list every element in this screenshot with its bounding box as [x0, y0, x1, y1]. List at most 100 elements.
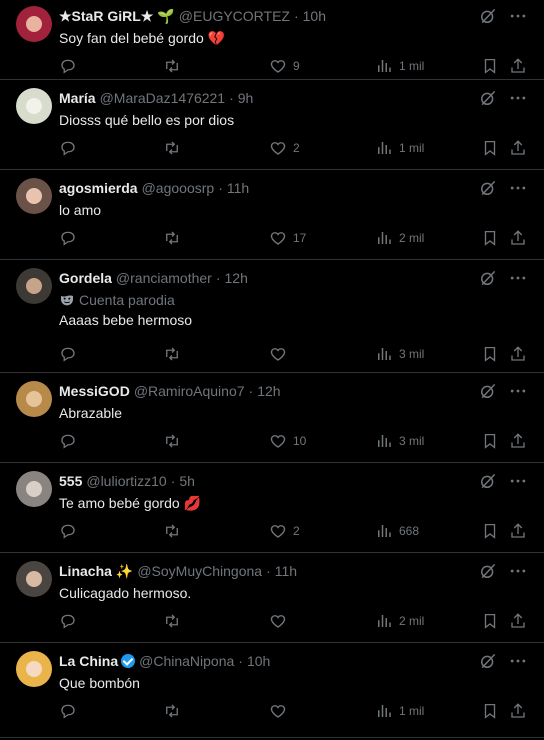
- avatar[interactable]: [16, 178, 52, 214]
- display-name[interactable]: agosmierda: [59, 176, 138, 200]
- like-button[interactable]: [269, 345, 287, 363]
- tweet-actions: 10 3 mil: [59, 431, 528, 451]
- bookmark-button[interactable]: [481, 139, 499, 157]
- timestamp[interactable]: 10h: [247, 649, 270, 673]
- display-name[interactable]: ★StaR GiRL★: [59, 4, 153, 28]
- share-button[interactable]: [509, 432, 527, 450]
- retweet-button[interactable]: [163, 345, 181, 363]
- tweet-text-content: Abrazable: [59, 405, 123, 421]
- reply-tweet[interactable]: María @MaraDaz1476221 · 9h Diosss qué be…: [0, 80, 544, 170]
- display-name[interactable]: La China: [59, 649, 118, 673]
- avatar[interactable]: [16, 651, 52, 687]
- views-button[interactable]: 1 mil: [375, 57, 424, 75]
- bookmark-button[interactable]: [481, 432, 499, 450]
- reply-button[interactable]: [59, 229, 77, 247]
- share-icon: [509, 612, 527, 630]
- avatar[interactable]: [16, 88, 52, 124]
- reply-button[interactable]: [59, 702, 77, 720]
- bookmark-button[interactable]: [481, 345, 499, 363]
- reply-button[interactable]: [59, 345, 77, 363]
- reply-tweet[interactable]: ★StaR GiRL★ 🌱 @EUGYCORTEZ · 10h Soy fan …: [0, 0, 544, 80]
- reply-tweet[interactable]: Gordela @ranciamother · 12h Cuenta parod…: [0, 260, 544, 373]
- reply-tweet[interactable]: 555 @luliortizz10 · 5h Te amo bebé gordo…: [0, 463, 544, 553]
- retweet-button[interactable]: [163, 702, 181, 720]
- tweet-body: agosmierda @agooosrp · 11h lo amo: [59, 176, 528, 220]
- retweet-button[interactable]: [163, 57, 181, 75]
- reply-tweet[interactable]: MessiGOD @RamiroAquino7 · 12h Abrazable …: [0, 373, 544, 463]
- display-name[interactable]: MessiGOD: [59, 379, 130, 403]
- reply-button[interactable]: [59, 57, 77, 75]
- reply-tweet[interactable]: Linacha ✨ @SoyMuyChingona · 11h Culicaga…: [0, 553, 544, 643]
- like-count: 9: [293, 59, 300, 73]
- share-icon: [509, 57, 527, 75]
- views-button[interactable]: 1 mil: [375, 139, 424, 157]
- share-button[interactable]: [509, 522, 527, 540]
- bookmark-button[interactable]: [481, 612, 499, 630]
- reply-button[interactable]: [59, 522, 77, 540]
- view-count: 2 mil: [399, 614, 425, 628]
- retweet-button[interactable]: [163, 612, 181, 630]
- share-button[interactable]: [509, 702, 527, 720]
- like-button[interactable]: 9: [269, 57, 300, 75]
- like-button[interactable]: 2: [269, 522, 300, 540]
- views-icon: [375, 345, 393, 363]
- like-count: 2: [293, 524, 300, 538]
- timestamp[interactable]: 11h: [275, 559, 297, 583]
- user-handle[interactable]: @EUGYCORTEZ: [179, 4, 290, 28]
- user-handle[interactable]: @RamiroAquino7: [134, 379, 245, 403]
- avatar[interactable]: [16, 561, 52, 597]
- retweet-button[interactable]: [163, 522, 181, 540]
- retweet-button[interactable]: [163, 432, 181, 450]
- like-button[interactable]: 10: [269, 432, 306, 450]
- display-name[interactable]: Gordela: [59, 266, 112, 290]
- timestamp[interactable]: 12h: [225, 266, 248, 290]
- share-button[interactable]: [509, 57, 527, 75]
- reply-button[interactable]: [59, 432, 77, 450]
- like-button[interactable]: 2: [269, 139, 300, 157]
- timestamp[interactable]: 9h: [238, 86, 254, 110]
- reply-tweet[interactable]: agosmierda @agooosrp · 11h lo amo 17 2 m…: [0, 170, 544, 260]
- user-handle[interactable]: @agooosrp: [142, 176, 215, 200]
- timestamp[interactable]: 12h: [257, 379, 280, 403]
- reply-icon: [59, 139, 77, 157]
- separator-dot: ·: [238, 653, 243, 669]
- share-button[interactable]: [509, 612, 527, 630]
- bookmark-button[interactable]: [481, 702, 499, 720]
- avatar[interactable]: [16, 471, 52, 507]
- user-handle[interactable]: @ChinaNipona: [139, 649, 234, 673]
- reply-button[interactable]: [59, 612, 77, 630]
- bookmark-button[interactable]: [481, 229, 499, 247]
- avatar[interactable]: [16, 381, 52, 417]
- timestamp[interactable]: 5h: [179, 469, 195, 493]
- views-button[interactable]: 2 mil: [375, 612, 424, 630]
- user-handle[interactable]: @MaraDaz1476221: [100, 86, 226, 110]
- retweet-button[interactable]: [163, 139, 181, 157]
- views-button[interactable]: 3 mil: [375, 432, 424, 450]
- views-button[interactable]: 3 mil: [375, 345, 424, 363]
- timestamp[interactable]: 11h: [227, 176, 249, 200]
- user-handle[interactable]: @ranciamother: [116, 266, 212, 290]
- views-button[interactable]: 1 mil: [375, 702, 424, 720]
- views-button[interactable]: 2 mil: [375, 229, 424, 247]
- user-handle[interactable]: @luliortizz10: [86, 469, 166, 493]
- share-button[interactable]: [509, 229, 527, 247]
- share-button[interactable]: [509, 139, 527, 157]
- reply-tweet[interactable]: La China @ChinaNipona · 10h Que bombón 1…: [0, 643, 544, 738]
- share-button[interactable]: [509, 345, 527, 363]
- display-name[interactable]: 555: [59, 469, 82, 493]
- like-button[interactable]: 17: [269, 229, 306, 247]
- tweet-body: María @MaraDaz1476221 · 9h Diosss qué be…: [59, 86, 528, 130]
- display-name[interactable]: Linacha: [59, 559, 112, 583]
- avatar[interactable]: [16, 6, 52, 42]
- user-handle[interactable]: @SoyMuyChingona: [137, 559, 262, 583]
- avatar[interactable]: [16, 268, 52, 304]
- like-button[interactable]: [269, 612, 287, 630]
- bookmark-button[interactable]: [481, 522, 499, 540]
- retweet-button[interactable]: [163, 229, 181, 247]
- timestamp[interactable]: 10h: [303, 4, 326, 28]
- reply-button[interactable]: [59, 139, 77, 157]
- views-button[interactable]: 668: [375, 522, 419, 540]
- display-name[interactable]: María: [59, 86, 96, 110]
- bookmark-button[interactable]: [481, 57, 499, 75]
- like-button[interactable]: [269, 702, 287, 720]
